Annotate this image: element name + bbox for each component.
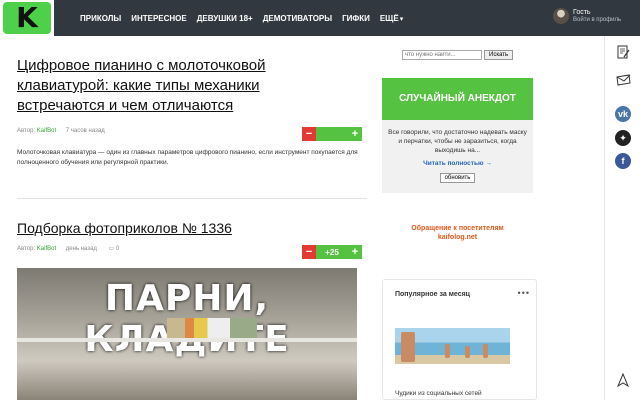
- random-joke-widget: СЛУЧАЙНЫЙ АНЕКДОТ Все говорили, что дост…: [382, 78, 533, 193]
- top-navbar: K ПРИКОЛЫ ИНТЕРЕСНОЕ ДЕВУШКИ 18+ ДЕМОТИВ…: [0, 0, 640, 36]
- mail-icon[interactable]: [615, 72, 631, 88]
- post-excerpt: Молоточковая клавиатура — один из главны…: [17, 149, 358, 166]
- read-more-link[interactable]: Читать полностью →: [382, 160, 533, 167]
- post-meta: Автор: KaifBot день назад ▭ 0: [17, 245, 119, 252]
- author-link[interactable]: KaifBot: [37, 128, 56, 134]
- vote-up-button[interactable]: +: [348, 127, 362, 141]
- popular-thumbnail[interactable]: [395, 328, 510, 364]
- user-menu[interactable]: Гость Войти в профиль: [553, 8, 621, 24]
- vote-widget: − +25 +: [302, 245, 362, 259]
- popular-title: Популярное за месяц: [395, 291, 470, 298]
- vote-score: +25: [325, 247, 339, 257]
- nav-item-girls[interactable]: ДЕВУШКИ 18+: [197, 14, 253, 23]
- up-arrow-icon[interactable]: [615, 372, 631, 388]
- search-form: Искать: [402, 50, 514, 60]
- popular-caption[interactable]: Чудики из социальных сетей: [395, 390, 482, 397]
- post-meta: Автор: KaifBot 7 часов назад: [17, 128, 105, 134]
- visitor-notice[interactable]: Обращение к посетителям kaifolog.net: [382, 224, 533, 242]
- comment-icon[interactable]: ▭: [109, 246, 115, 252]
- fridge-items: [167, 318, 257, 338]
- search-button[interactable]: Искать: [484, 50, 514, 60]
- post-time: день назад: [65, 246, 97, 252]
- star-icon[interactable]: ✦: [615, 130, 631, 146]
- more-options-icon[interactable]: •••: [518, 288, 530, 298]
- vote-down-button[interactable]: −: [302, 127, 316, 141]
- user-name: Гость: [573, 8, 591, 16]
- site-logo[interactable]: K: [0, 0, 54, 36]
- post-title[interactable]: Подборка фотоприколов № 1336: [17, 220, 232, 236]
- post-time: 7 часов назад: [65, 128, 105, 134]
- avatar[interactable]: [553, 8, 569, 24]
- right-rail: vk ✦ f: [604, 36, 640, 400]
- person-figure: [445, 344, 450, 358]
- post-image[interactable]: ПАРНИ, КЛАДИТЕ: [17, 268, 357, 400]
- nav-item-jokes[interactable]: ПРИКОЛЫ: [80, 14, 121, 23]
- author-link[interactable]: KaifBot: [37, 246, 56, 252]
- logo-letter: K: [16, 1, 38, 34]
- fridge-shelf: [17, 338, 357, 342]
- popular-widget: Популярное за месяц ••• Чудики из социал…: [382, 279, 537, 400]
- notice-site: kaifolog.net: [437, 234, 478, 241]
- nav-item-interesting[interactable]: ИНТЕРЕСНОЕ: [131, 14, 187, 23]
- nav-item-demotivators[interactable]: ДЕМОТИВАТОРЫ: [263, 14, 332, 23]
- nav-item-gifs[interactable]: ГИФКИ: [342, 14, 370, 23]
- logo-badge: K: [3, 2, 51, 34]
- person-figure: [401, 332, 415, 362]
- author-label: Автор:: [17, 246, 36, 252]
- notice-title: Обращение к посетителям: [411, 225, 504, 232]
- post-title[interactable]: Цифровое пианино с молоточковой клавиату…: [17, 56, 277, 116]
- edit-icon[interactable]: [615, 44, 631, 60]
- vote-up-button[interactable]: +: [348, 245, 362, 259]
- login-link[interactable]: Войти в профиль: [573, 17, 621, 24]
- vote-widget: − +: [302, 127, 362, 141]
- divider: [17, 198, 367, 199]
- vote-down-button[interactable]: −: [302, 245, 316, 259]
- person-figure: [465, 346, 470, 358]
- comment-count: 0: [115, 246, 120, 252]
- vk-icon[interactable]: vk: [615, 106, 631, 122]
- person-figure: [483, 344, 488, 358]
- refresh-button[interactable]: обновить: [439, 173, 476, 183]
- search-input[interactable]: [402, 50, 482, 60]
- main-nav: ПРИКОЛЫ ИНТЕРЕСНОЕ ДЕВУШКИ 18+ ДЕМОТИВАТ…: [80, 0, 413, 36]
- author-label: Автор:: [17, 128, 36, 134]
- facebook-icon[interactable]: f: [615, 153, 631, 169]
- joke-heading: СЛУЧАЙНЫЙ АНЕКДОТ: [382, 78, 533, 120]
- joke-text: Все говорили, что достаточно надевать ма…: [388, 129, 527, 154]
- nav-item-more[interactable]: ЕЩЁ: [380, 14, 403, 23]
